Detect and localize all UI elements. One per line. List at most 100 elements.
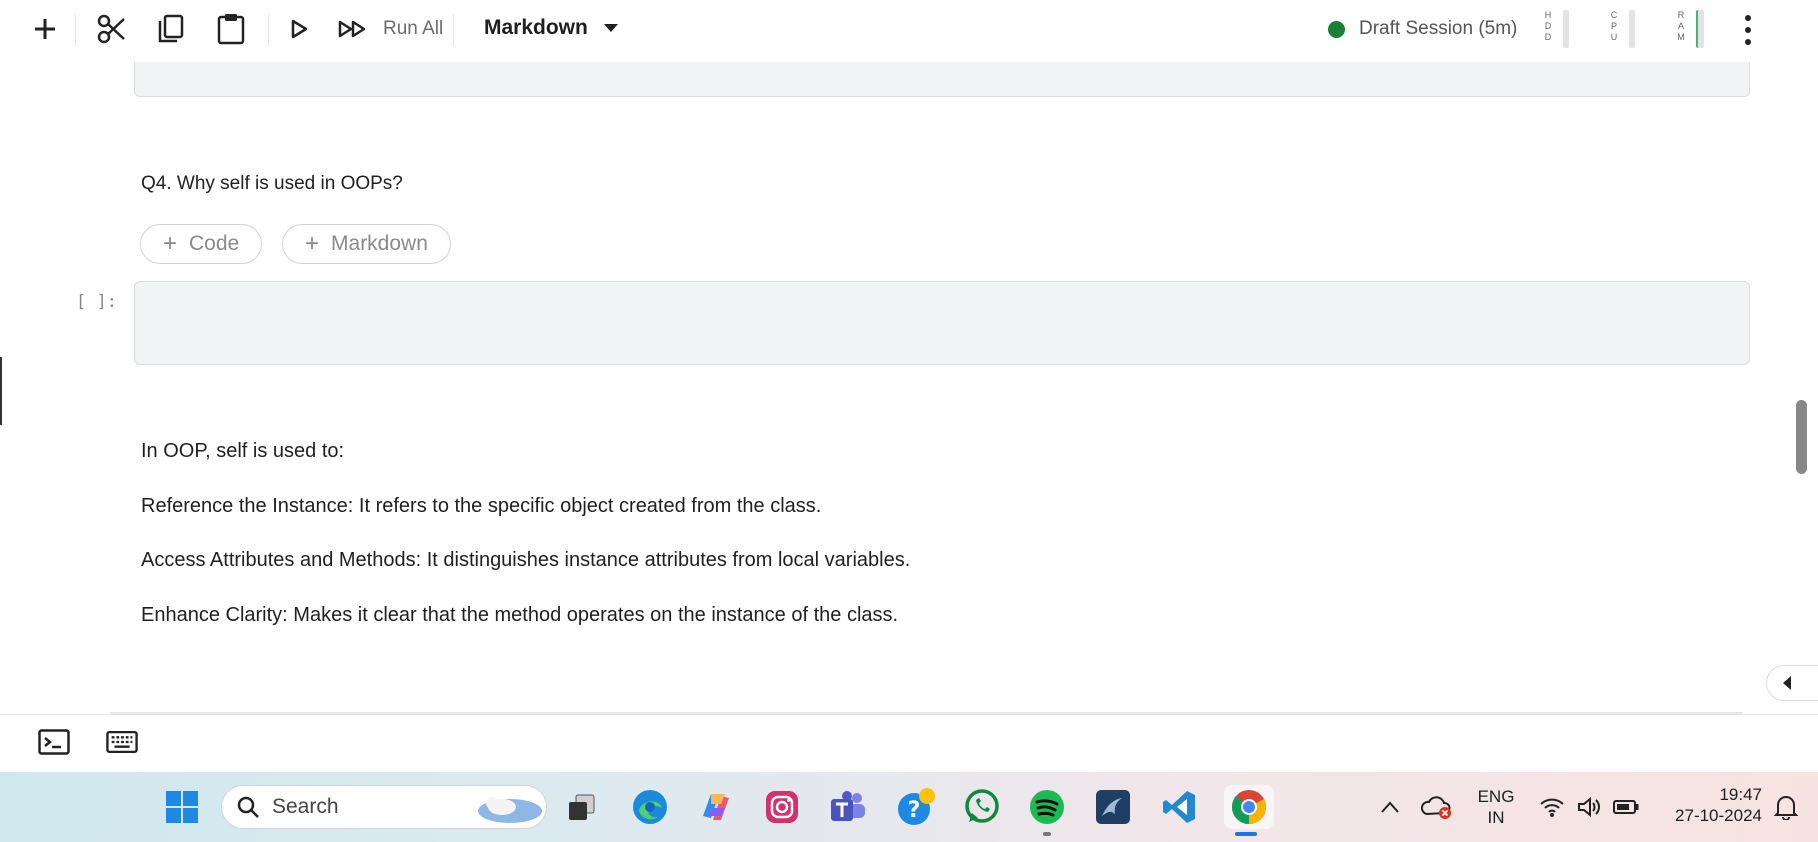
markdown-question: Q4. Why self is used in OOPs? <box>141 173 403 194</box>
cut-button[interactable] <box>92 9 132 49</box>
notebook-content: Q4. Why self is used in OOPs? + Code + M… <box>0 62 1800 714</box>
whatsapp-button[interactable] <box>960 785 1004 829</box>
toolbar-divider <box>75 14 76 46</box>
paste-button[interactable] <box>211 9 251 49</box>
cell-prompt: [ ]: <box>76 292 117 312</box>
run-all-icon <box>338 20 366 38</box>
session-label: Draft Session (5m) <box>1359 18 1518 39</box>
keyboard-button[interactable] <box>106 729 138 755</box>
chevron-up-icon <box>1381 801 1399 813</box>
chrome-icon <box>1231 790 1266 824</box>
cell-type-label: Markdown <box>484 16 588 39</box>
more-icon-dot <box>1745 39 1751 45</box>
add-code-button[interactable]: + Code <box>140 224 263 264</box>
run-all-button[interactable]: Run All <box>383 18 443 40</box>
cpu-meter-label: CPU <box>1610 10 1618 42</box>
svg-text:?: ? <box>908 798 921 823</box>
get-help-button[interactable]: ? <box>894 785 938 829</box>
task-view-icon <box>569 794 595 820</box>
add-markdown-button[interactable]: + Markdown <box>282 224 451 264</box>
copilot-icon <box>703 794 729 820</box>
chevron-left-icon <box>1783 676 1791 690</box>
run-icon <box>291 19 308 39</box>
add-code-label: Code <box>189 232 240 255</box>
code-cell-previous[interactable] <box>134 62 1750 97</box>
wifi-icon <box>1540 798 1564 817</box>
session-status-dot <box>1328 20 1345 38</box>
cpu-meter-bar <box>1629 10 1635 48</box>
toolbar-divider <box>268 14 269 46</box>
vertical-scrollbar-thumb[interactable] <box>1796 400 1807 474</box>
cpu-meter: CPU <box>1609 10 1635 48</box>
session-status[interactable]: Draft Session (5m) <box>1328 18 1517 40</box>
region-code: IN <box>1487 808 1505 827</box>
instagram-icon <box>766 791 798 823</box>
cloud-error-icon <box>1421 796 1451 819</box>
cell-type-dropdown[interactable]: Markdown <box>484 16 618 40</box>
toolbar-divider <box>453 14 454 46</box>
add-markdown-label: Markdown <box>331 232 428 255</box>
battery-icon <box>1613 800 1639 814</box>
cut-icon <box>97 14 125 44</box>
more-options-button[interactable] <box>1736 12 1760 48</box>
onedrive-status-button[interactable] <box>1415 785 1459 829</box>
whatsapp-icon <box>965 789 999 823</box>
task-view-button[interactable] <box>560 785 604 829</box>
add-cell-button[interactable] <box>25 9 65 49</box>
ram-meter-label: RAM <box>1677 10 1685 42</box>
show-hidden-icons-button[interactable] <box>1368 785 1412 829</box>
more-icon-dot <box>1745 27 1751 33</box>
answer-line-2: Reference the Instance: It refers to the… <box>141 495 822 517</box>
windows-start-button[interactable] <box>160 785 204 829</box>
chevron-down-icon <box>603 24 618 32</box>
notifications-button[interactable] <box>1766 785 1806 829</box>
hdd-meter: HDD <box>1543 10 1569 48</box>
taskbar-search-box[interactable]: Search <box>221 785 547 829</box>
copy-button[interactable] <box>151 9 191 49</box>
spotify-running-indicator <box>1043 832 1051 836</box>
vscode-icon <box>1163 791 1195 823</box>
mysql-workbench-button[interactable] <box>1091 785 1135 829</box>
teams-button[interactable] <box>826 785 870 829</box>
bell-icon <box>1774 796 1798 820</box>
network-volume-battery-button[interactable] <box>1534 785 1644 829</box>
windows-start-icon <box>166 791 198 823</box>
run-all-icon-button[interactable] <box>333 9 373 49</box>
language-indicator[interactable]: ENG IN <box>1470 786 1522 828</box>
clock[interactable]: 19:47 27-10-2024 <box>1652 784 1762 826</box>
edge-button[interactable] <box>628 785 672 829</box>
answer-line-4: Enhance Clarity: Makes it clear that the… <box>141 604 899 626</box>
spotify-button[interactable] <box>1025 785 1069 829</box>
mysql-icon <box>1096 790 1130 824</box>
keyboard-icon <box>106 730 138 754</box>
terminal-button[interactable] <box>38 729 70 755</box>
teams-icon <box>831 791 865 821</box>
answer-line-3: Access Attributes and Methods: It distin… <box>141 549 911 571</box>
notebook-statusbar <box>0 714 1818 773</box>
chrome-button[interactable] <box>1224 785 1274 829</box>
windows-taskbar: Search ? ENG IN 19:47 27-10-2024 <box>0 772 1818 842</box>
code-cell-empty[interactable] <box>134 281 1750 365</box>
chrome-active-indicator <box>1235 832 1257 836</box>
ram-meter: RAM <box>1676 10 1704 48</box>
run-cell-button[interactable] <box>279 9 319 49</box>
terminal-icon <box>38 729 70 755</box>
copy-icon <box>158 14 184 43</box>
search-icon <box>237 796 259 818</box>
paste-icon <box>217 14 245 45</box>
copilot-button[interactable] <box>694 785 738 829</box>
add-icon <box>35 19 55 39</box>
collapse-side-panel-button[interactable] <box>1766 665 1818 701</box>
more-icon <box>1745 15 1751 21</box>
vscode-button[interactable] <box>1157 785 1201 829</box>
answer-line-1: In OOP, self is used to: <box>141 440 345 462</box>
plus-icon: + <box>163 230 178 257</box>
notebook-toolbar: Run All Markdown Draft Session (5m) HDD … <box>0 0 1818 62</box>
ram-meter-bar <box>1696 10 1704 48</box>
help-icon: ? <box>898 788 935 825</box>
hdd-meter-label: HDD <box>1544 10 1552 42</box>
clock-date: 27-10-2024 <box>1675 806 1762 825</box>
volume-icon <box>1578 796 1600 818</box>
search-placeholder: Search <box>272 795 339 818</box>
instagram-button[interactable] <box>760 785 804 829</box>
